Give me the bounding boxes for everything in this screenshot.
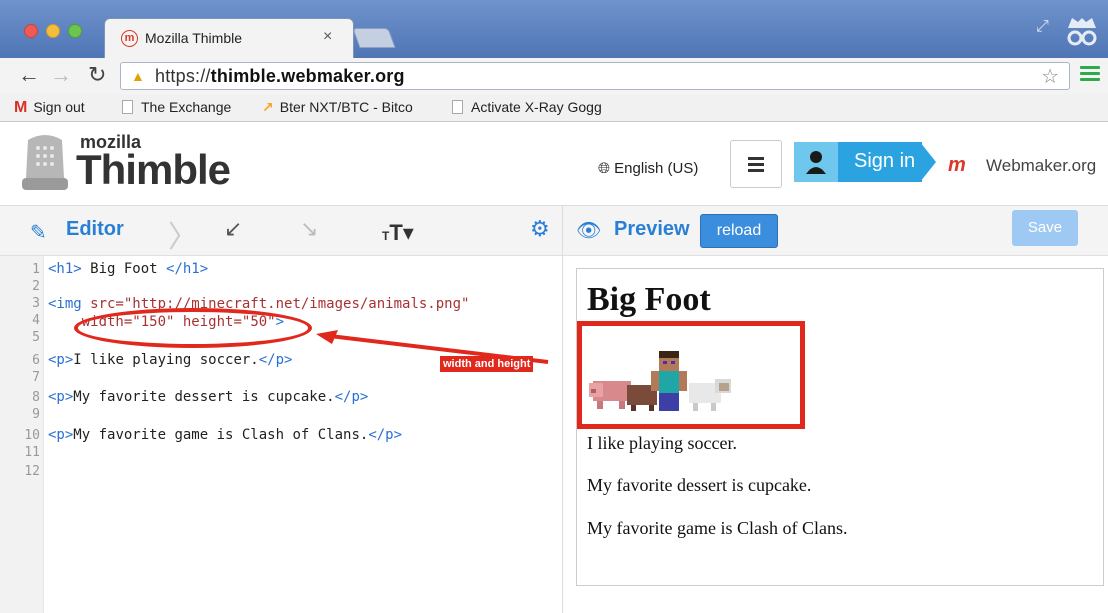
code-line-3: <img src="http://minecraft.net/images/an… — [48, 296, 470, 312]
webmaker-icon: m — [948, 154, 966, 176]
document-icon — [452, 100, 463, 114]
preview-heading: Big Foot — [587, 281, 711, 318]
hamburger-icon — [748, 157, 764, 175]
bookmark-the-exchange[interactable]: The Exchange — [122, 99, 231, 115]
sign-in-label: Sign in — [854, 150, 916, 172]
mozilla-favicon-icon: m — [121, 30, 138, 47]
new-tab-button[interactable] — [352, 28, 396, 48]
bookmark-xray[interactable]: Activate X-Ray Gogg — [452, 99, 602, 115]
close-window-button[interactable] — [24, 24, 38, 38]
url-text: https://thimble.webmaker.org — [155, 66, 405, 86]
line-number: 9 — [32, 407, 40, 422]
gmail-icon: M — [14, 99, 28, 116]
browser-tab[interactable]: m Mozilla Thimble × — [104, 18, 354, 58]
code-line-1: <h1> Big Foot </h1> — [48, 261, 209, 277]
webmaker-link[interactable]: Webmaker.org — [986, 156, 1096, 176]
bookmark-bter[interactable]: ↗ Bter NXT/BTC - Bitco — [262, 99, 413, 116]
font-size-toggle[interactable]: TT▾ — [382, 220, 414, 246]
reload-button[interactable]: reload — [700, 214, 778, 248]
back-arrow-icon[interactable]: ← — [18, 62, 40, 88]
pane-divider[interactable] — [562, 206, 563, 613]
thimble-header: mozilla Thimble 🌐︎ English (US) Sign in … — [0, 122, 1108, 206]
fullscreen-icon[interactable]: ⤢ — [1036, 18, 1049, 36]
line-number: 8 — [32, 390, 40, 405]
editor-tab[interactable]: Editor — [66, 218, 124, 241]
language-selector[interactable]: 🌐︎ English (US) — [598, 160, 698, 177]
address-bar[interactable]: ▲ https://thimble.webmaker.org ☆ — [120, 62, 1070, 90]
line-number: 3 — [32, 296, 40, 311]
globe-icon: 🌐︎ — [598, 160, 615, 177]
preview-paragraph-2: My favorite dessert is cupcake. — [587, 475, 812, 495]
line-number: 6 — [32, 353, 40, 368]
minimize-window-button[interactable] — [46, 24, 60, 38]
bookmark-star-icon[interactable]: ☆ — [1041, 64, 1059, 89]
chevron-right-icon: 〉 — [168, 221, 198, 254]
code-line-6: <p>I like playing soccer.</p> — [48, 352, 293, 368]
forward-arrow-icon[interactable]: → — [50, 62, 72, 88]
minecraft-animals-image — [589, 351, 731, 411]
preview-paragraph-3: My favorite game is Clash of Clans. — [587, 518, 848, 538]
code-line-8: <p>My favorite dessert is cupcake.</p> — [48, 389, 369, 405]
redo-icon[interactable]: ↘ — [300, 216, 318, 242]
pencil-icon: ✎ — [30, 222, 47, 244]
sign-in-button[interactable]: Sign in — [794, 142, 922, 182]
sign-in-arrow — [920, 142, 936, 182]
line-number: 10 — [24, 428, 40, 443]
bookmarks-bar: M Sign out The Exchange ↗ Bter NXT/BTC - B… — [0, 94, 1108, 122]
undo-icon[interactable]: ↙ — [224, 216, 242, 242]
chart-icon: ↗ — [262, 99, 274, 115]
close-tab-icon[interactable]: × — [323, 28, 332, 46]
line-number-gutter: 1 2 3 4 5 6 7 8 9 10 11 12 — [0, 256, 44, 613]
gear-icon[interactable]: ⚙ — [530, 216, 550, 242]
menu-button[interactable] — [730, 140, 782, 188]
eye-icon: 👁︎ — [576, 220, 602, 242]
warning-lock-icon: ▲ — [131, 68, 145, 84]
browser-titlebar: m Mozilla Thimble × ⤢ — [0, 0, 1108, 58]
annotation-ellipse — [74, 308, 312, 348]
logo-thimble-text: Thimble — [76, 146, 231, 193]
code-editor[interactable]: 1 2 3 4 5 6 7 8 9 10 11 12 <h1> Big Foot… — [0, 256, 562, 613]
annotation-label: width and height — [440, 356, 534, 372]
thimble-logo-icon[interactable] — [18, 132, 72, 194]
line-number: 5 — [32, 330, 40, 345]
browser-toolbar: ← → ↻ ▲ https://thimble.webmaker.org ☆ — [0, 58, 1108, 94]
document-icon — [122, 100, 133, 114]
pane-toolbar: ✎ Editor 〉 ↙ ↘ TT▾ ⚙ 👁︎ Preview reload S… — [0, 206, 1108, 256]
tab-title: Mozilla Thimble — [145, 30, 242, 46]
incognito-icon — [1062, 14, 1102, 50]
line-number: 7 — [32, 370, 40, 385]
line-number: 4 — [32, 313, 40, 328]
user-icon — [794, 142, 838, 182]
line-number: 12 — [24, 464, 40, 479]
bookmark-sign-out[interactable]: M Sign out — [14, 99, 85, 117]
maximize-window-button[interactable] — [68, 24, 82, 38]
line-number: 1 — [32, 262, 40, 277]
save-button[interactable]: Save — [1012, 210, 1078, 246]
reload-icon[interactable]: ↻ — [88, 62, 106, 88]
line-number: 2 — [32, 279, 40, 294]
code-line-10: <p>My favorite game is Clash of Clans.</… — [48, 427, 403, 443]
preview-tab[interactable]: Preview — [614, 218, 690, 241]
line-number: 11 — [24, 445, 40, 460]
preview-pane: Big Foot I like playing soccer. My favor… — [576, 268, 1104, 586]
chrome-menu-icon[interactable] — [1080, 66, 1100, 84]
preview-paragraph-1: I like playing soccer. — [587, 433, 737, 453]
